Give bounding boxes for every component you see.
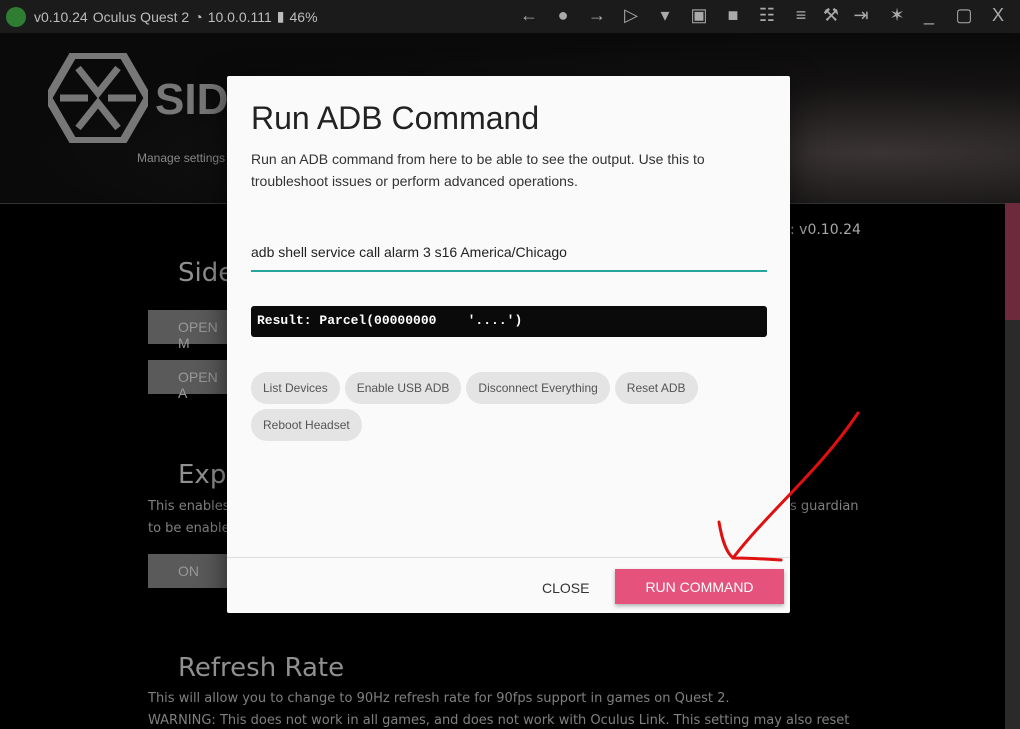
run-adb-dialog: Run ADB Command Run an ADB command from … [227,76,790,613]
close-button[interactable]: CLOSE [527,570,604,606]
chip-list-devices[interactable]: List Devices [251,372,340,404]
bug-icon[interactable]: ✶ [886,5,908,26]
grid-icon[interactable]: ☷ [756,5,778,26]
back-icon[interactable]: ← [518,5,540,26]
command-result: Result: Parcel(00000000 '....') [251,306,767,337]
maximize-icon[interactable]: ▢ [953,5,975,26]
forward-icon[interactable]: → [586,5,608,26]
download-box-icon[interactable]: ▣ [688,5,710,26]
scrollbar-thumb[interactable] [1005,203,1020,320]
run-command-button[interactable]: RUN COMMAND [615,569,784,604]
quick-commands: List Devices Enable USB ADB Disconnect E… [251,372,751,441]
ip-address: 10.0.0.111 [207,8,272,25]
checklist-icon[interactable]: ≡ [790,5,812,26]
chip-disconnect-everything[interactable]: Disconnect Everything [466,372,610,404]
tv-icon[interactable]: ▷ [620,5,642,26]
connection-status-icon [6,6,26,27]
open-button-1[interactable]: OPEN M [148,310,238,351]
device-name: Oculus Quest 2 [92,8,190,25]
chip-reset-adb[interactable]: Reset ADB [614,372,698,404]
sidequest-logo-icon [48,53,148,143]
scrollbar[interactable] [1005,203,1020,729]
section-text: This will allow you to change to 90Hz re… [148,691,730,706]
section-text: WARNING: This does not work in all games… [148,713,850,728]
section-text: to be enable [148,521,230,536]
dialog-description: Run an ADB command from here to be able … [251,151,705,189]
version: v0.10.24 [34,8,88,25]
wifi-icon: ◔ [194,8,203,25]
folder-icon[interactable]: ■ [722,5,744,26]
globe-icon[interactable]: ● [552,5,574,26]
tagline: Manage settings [137,151,226,165]
logo-text: SID [155,75,229,124]
version-label: : v0.10.24 [790,222,861,238]
dialog-title: Run ADB Command [251,100,540,136]
section-text: s guardian [790,499,859,514]
section-heading: Refresh Rate [178,653,345,683]
minimize-icon[interactable]: _ [918,5,940,26]
section-text: This enables [148,499,230,514]
section-heading: Side [178,258,235,288]
login-icon[interactable]: ⇥ [850,5,872,26]
battery-level: 46% [289,8,318,25]
open-button-2[interactable]: OPEN A [148,360,238,401]
close-icon[interactable]: X [987,5,1009,26]
battery-icon: ▮ [276,8,285,24]
adb-command-input[interactable] [251,234,767,272]
on-button[interactable]: ON [148,554,238,588]
chip-reboot-headset[interactable]: Reboot Headset [251,409,362,441]
wifi-icon[interactable]: ▾ [654,5,676,26]
chip-enable-usb-adb[interactable]: Enable USB ADB [344,372,462,404]
dialog-footer: CLOSE RUN COMMAND [227,557,790,613]
wrench-icon[interactable]: ⚒ [820,5,842,26]
